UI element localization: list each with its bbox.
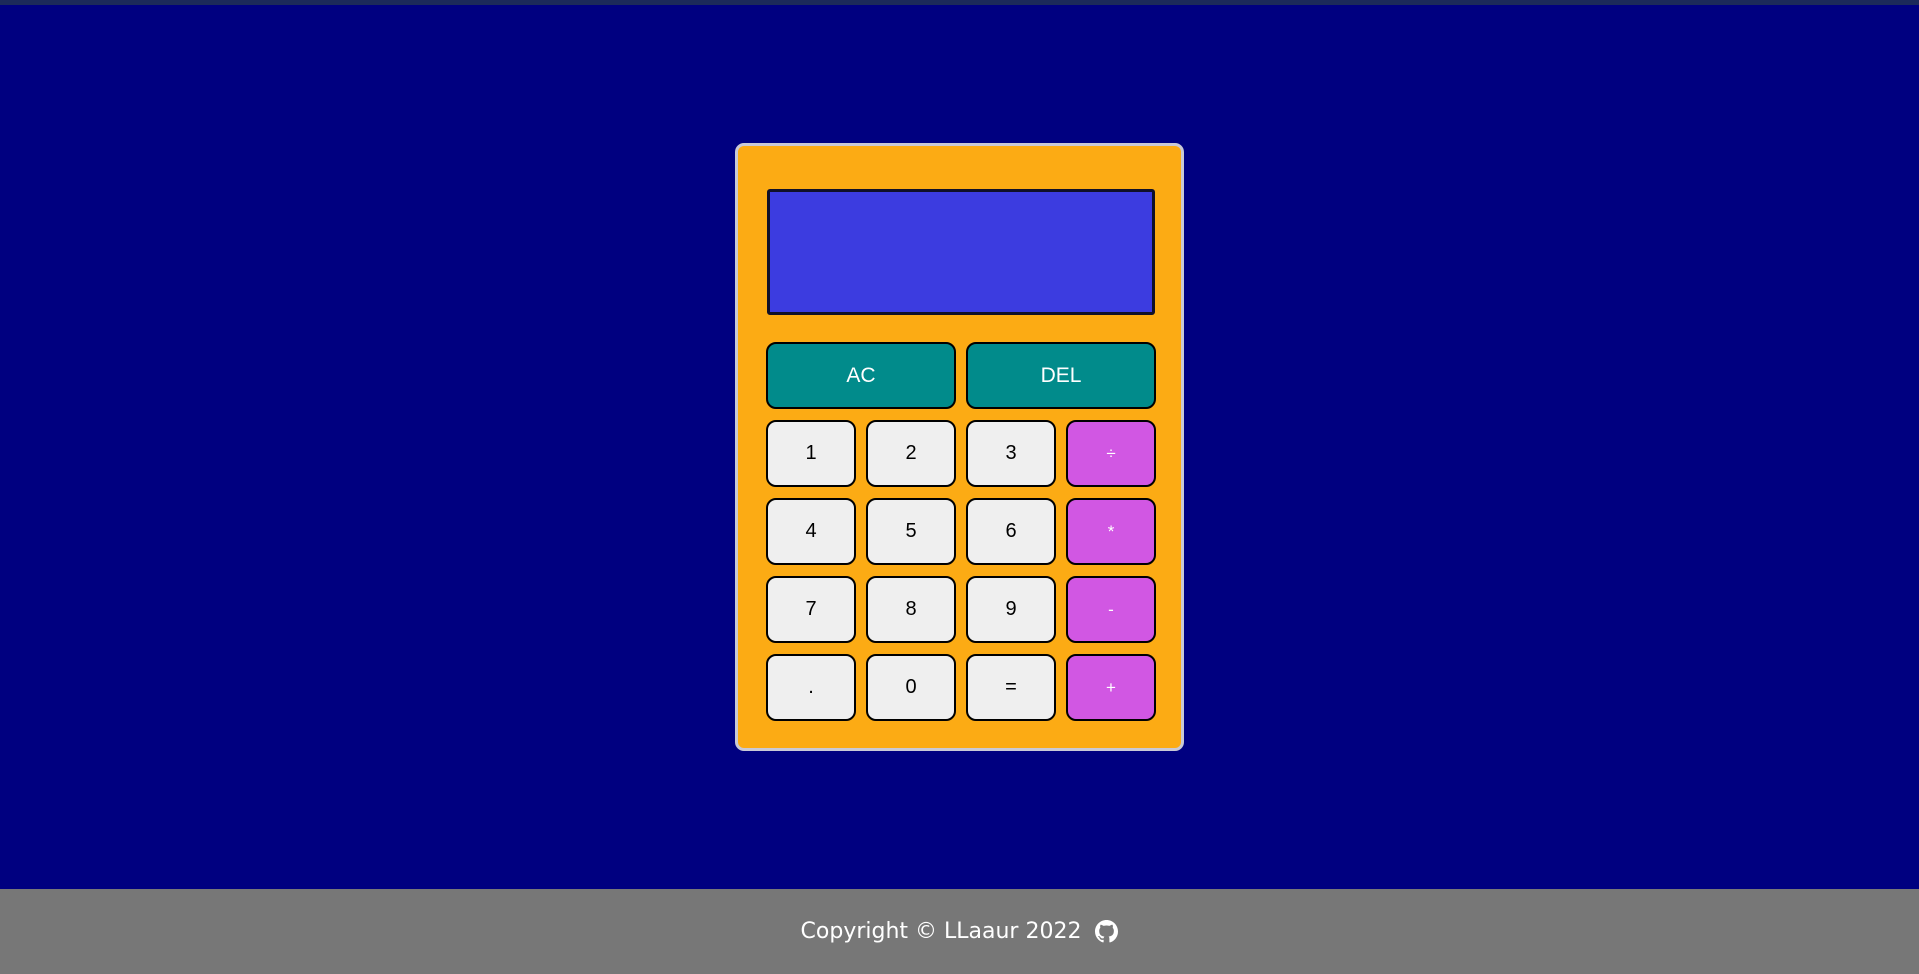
key-2-button[interactable]: 2 [866,420,956,487]
key-1-button[interactable]: 1 [766,420,856,487]
add-button[interactable]: + [1066,654,1156,721]
key-7-button[interactable]: 7 [766,576,856,643]
key-4-button[interactable]: 4 [766,498,856,565]
delete-button[interactable]: DEL [966,342,1156,409]
footer: Copyright © LLaaur 2022 [0,889,1919,974]
calculator: AC DEL 1 2 3 ÷ 4 5 6 * 7 8 9 - . 0 = + [735,143,1184,751]
divide-button[interactable]: ÷ [1066,420,1156,487]
calculator-display [767,189,1155,315]
github-icon[interactable] [1095,920,1119,943]
key-5-button[interactable]: 5 [866,498,956,565]
multiply-button[interactable]: * [1066,498,1156,565]
all-clear-button[interactable]: AC [766,342,956,409]
key-8-button[interactable]: 8 [866,576,956,643]
equals-button[interactable]: = [966,654,1056,721]
subtract-button[interactable]: - [1066,576,1156,643]
top-edge-strip [0,0,1919,5]
key-6-button[interactable]: 6 [966,498,1056,565]
key-9-button[interactable]: 9 [966,576,1056,643]
key-3-button[interactable]: 3 [966,420,1056,487]
key-0-button[interactable]: 0 [866,654,956,721]
decimal-button[interactable]: . [766,654,856,721]
copyright-text: Copyright © LLaaur 2022 [800,919,1082,944]
